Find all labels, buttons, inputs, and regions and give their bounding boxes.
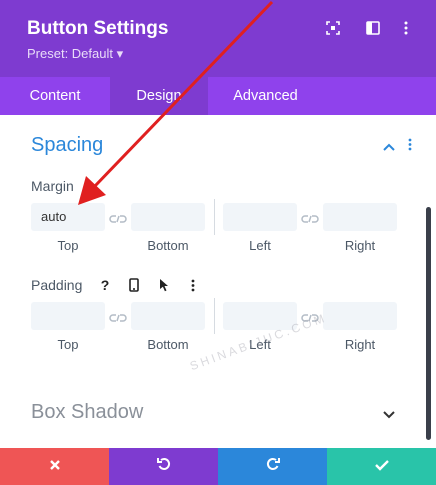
- settings-content: Spacing Margin auto Top Bottom Left Righ…: [0, 115, 436, 448]
- box-shadow-section-title[interactable]: Box Shadow: [31, 401, 143, 424]
- spacing-section-title[interactable]: Spacing: [31, 134, 103, 157]
- padding-top-label: Top: [57, 337, 79, 352]
- tab-advanced[interactable]: Advanced: [208, 77, 323, 115]
- padding-right-label: Right: [344, 337, 376, 352]
- link-icon[interactable]: [108, 311, 128, 323]
- padding-top-input[interactable]: [31, 302, 105, 330]
- undo-button[interactable]: [109, 448, 218, 485]
- modal-header: Button Settings Preset: Default ▾: [0, 0, 436, 77]
- modal-title: Button Settings: [27, 18, 169, 39]
- more-vertical-icon[interactable]: [398, 20, 414, 36]
- margin-right-label: Right: [344, 238, 376, 253]
- action-bar: [0, 448, 436, 485]
- redo-icon: [266, 457, 280, 476]
- hover-cursor-icon[interactable]: [154, 275, 174, 295]
- close-icon: [49, 458, 61, 476]
- scrollbar[interactable]: [426, 207, 431, 440]
- split-view-icon[interactable]: [365, 20, 381, 36]
- mobile-icon[interactable]: [124, 275, 144, 295]
- link-icon[interactable]: [108, 212, 128, 224]
- tab-content[interactable]: Content: [0, 77, 110, 115]
- undo-icon: [156, 457, 171, 476]
- padding-bottom-input[interactable]: [131, 302, 205, 330]
- focus-icon[interactable]: [325, 20, 341, 36]
- settings-tabs: Content Design Advanced: [0, 77, 436, 115]
- chevron-up-icon[interactable]: [382, 139, 396, 157]
- cancel-button[interactable]: [0, 448, 109, 485]
- padding-right-input[interactable]: [323, 302, 397, 330]
- margin-bottom-input[interactable]: [131, 203, 205, 231]
- redo-button[interactable]: [218, 448, 327, 485]
- margin-left-input[interactable]: [223, 203, 297, 231]
- margin-left-label: Left: [249, 238, 271, 253]
- check-icon: [374, 458, 389, 476]
- help-icon[interactable]: ?: [95, 275, 115, 295]
- more-vertical-icon[interactable]: [183, 275, 203, 295]
- link-icon[interactable]: [300, 212, 320, 224]
- section-options-icon[interactable]: [408, 138, 412, 156]
- margin-label: Margin: [31, 178, 74, 194]
- margin-right-input[interactable]: [323, 203, 397, 231]
- tab-design[interactable]: Design: [110, 77, 208, 115]
- preset-dropdown[interactable]: Preset: Default ▾: [27, 46, 123, 62]
- padding-label: Padding: [31, 277, 83, 293]
- field-divider: [214, 298, 215, 334]
- margin-top-label: Top: [57, 238, 79, 253]
- margin-bottom-label: Bottom: [147, 238, 189, 253]
- chevron-down-icon[interactable]: [382, 407, 396, 425]
- field-divider: [214, 199, 215, 235]
- margin-top-input[interactable]: auto: [31, 203, 105, 231]
- save-button[interactable]: [327, 448, 436, 485]
- padding-bottom-label: Bottom: [147, 337, 189, 352]
